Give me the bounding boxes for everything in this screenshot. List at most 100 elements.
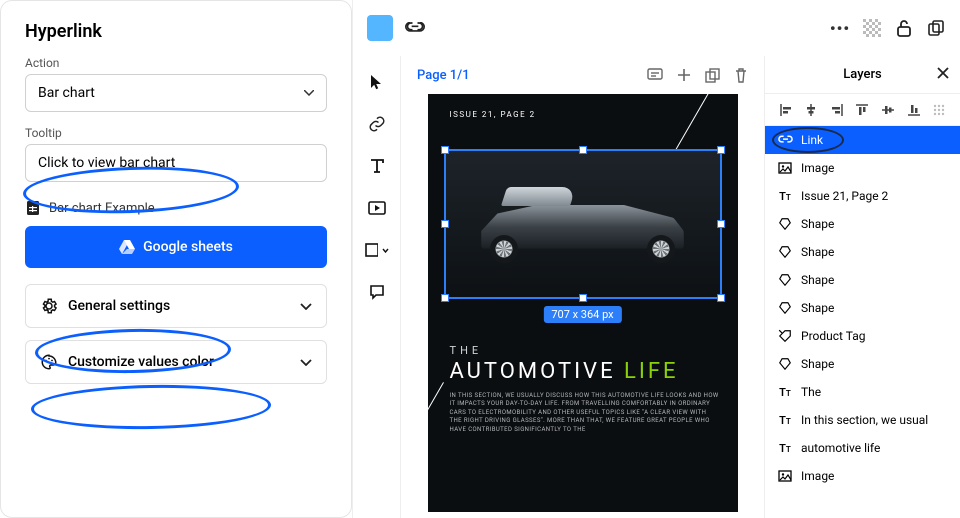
layer-item[interactable]: Shape [765, 294, 960, 322]
highlight-ellipse [31, 383, 272, 431]
selected-element[interactable]: 707 x 364 px [444, 149, 722, 299]
page[interactable]: ISSUE 21, PAGE 2 [428, 94, 738, 512]
layer-label: In this section, we usual [801, 413, 928, 427]
transparency-icon[interactable] [862, 18, 882, 38]
video-tool[interactable] [365, 196, 389, 220]
hyperlink-panel: Hyperlink Action Bar chart Tooltip Bar c… [0, 0, 352, 518]
issue-line: ISSUE 21, PAGE 2 [450, 110, 536, 119]
google-sheets-button[interactable]: Google sheets [25, 226, 327, 268]
copy-the: THE [450, 344, 720, 357]
customize-colors-label: Customize values color [68, 354, 214, 370]
delete-page-icon[interactable] [734, 68, 748, 83]
image-icon [777, 162, 793, 174]
resize-handle[interactable] [579, 294, 587, 302]
copy-headline: AUTOMOTIVE LIFE [450, 359, 720, 384]
caret-down-icon [304, 90, 314, 96]
layers-panel: Layers Link Image TT Issue 21, Page 2 Shape S… [764, 56, 960, 518]
general-settings-accordion[interactable]: General settings [25, 284, 327, 328]
resize-handle[interactable] [717, 294, 725, 302]
lock-icon[interactable] [894, 18, 914, 38]
resize-handle[interactable] [441, 220, 449, 228]
layer-item[interactable]: Image [765, 154, 960, 182]
more-icon[interactable]: ••• [830, 18, 850, 38]
layer-item[interactable]: TTThe [765, 378, 960, 406]
shape-icon [777, 301, 793, 315]
general-settings-label: General settings [68, 298, 170, 314]
stage[interactable]: ISSUE 21, PAGE 2 [401, 94, 764, 518]
distribute-icon[interactable] [932, 103, 946, 117]
tooltip-label: Tooltip [25, 126, 327, 140]
align-right-icon[interactable] [830, 103, 844, 117]
layer-label: Image [801, 161, 834, 175]
text-icon: TT [777, 442, 793, 455]
comment-icon[interactable] [647, 68, 663, 83]
dimension-badge: 707 x 364 px [543, 306, 621, 323]
resize-handle[interactable] [441, 146, 449, 154]
file-row: Bar chart Example [25, 200, 327, 216]
customize-colors-accordion[interactable]: Customize values color [25, 340, 327, 384]
layer-item[interactable]: Link [765, 126, 960, 154]
resize-handle[interactable] [717, 146, 725, 154]
align-row [765, 94, 960, 126]
shape-icon [777, 217, 793, 231]
tooltip-input[interactable] [25, 144, 327, 182]
tag-icon [777, 329, 793, 343]
layer-label: Shape [801, 357, 834, 371]
mid-row: Page 1/1 ISSUE 21, PAGE 2 [353, 56, 960, 518]
layer-label: Shape [801, 301, 834, 315]
link-tool[interactable] [365, 112, 389, 136]
align-top-icon[interactable] [855, 103, 869, 117]
chevron-down-icon [300, 359, 312, 366]
layer-label: Shape [801, 217, 834, 231]
chevron-down-icon [300, 303, 312, 310]
text-tool[interactable] [365, 154, 389, 178]
duplicate-icon[interactable] [926, 18, 946, 38]
layer-item[interactable]: TT Issue 21, Page 2 [765, 182, 960, 210]
page-indicator[interactable]: Page 1/1 [417, 68, 470, 83]
layer-item[interactable]: Shape [765, 210, 960, 238]
layer-list: Link Image TT Issue 21, Page 2 Shape Shape Sha… [765, 126, 960, 518]
layer-item[interactable]: Shape [765, 350, 960, 378]
duplicate-page-icon[interactable] [705, 68, 720, 83]
decor-line [428, 382, 444, 452]
comment-tool[interactable] [365, 280, 389, 304]
layer-label: Image [801, 469, 834, 483]
layer-label: Shape [801, 273, 834, 287]
shape-icon [777, 245, 793, 259]
resize-handle[interactable] [441, 294, 449, 302]
text-icon: TT [777, 414, 793, 427]
layer-item[interactable]: Product Tag [765, 322, 960, 350]
link-icon[interactable] [405, 18, 425, 38]
layer-item[interactable]: Shape [765, 266, 960, 294]
layer-label: Issue 21, Page 2 [801, 189, 888, 203]
layer-label: automotive life [801, 441, 880, 455]
copy-body: IN THIS SECTION, WE USUALLY DISCUSS HOW … [450, 392, 720, 434]
close-icon[interactable] [936, 66, 950, 80]
layer-item[interactable]: Shape [765, 238, 960, 266]
layer-item[interactable]: TT In this section, we usual [765, 406, 960, 434]
gear-icon [40, 297, 58, 315]
action-select[interactable]: Bar chart [25, 74, 327, 112]
align-bottom-icon[interactable] [907, 103, 921, 117]
color-swatch[interactable] [367, 15, 393, 41]
add-page-icon[interactable] [677, 68, 691, 83]
action-label: Action [25, 56, 327, 70]
resize-handle[interactable] [579, 146, 587, 154]
resize-handle[interactable] [717, 220, 725, 228]
car-illustration [467, 180, 697, 268]
text-icon: TT [777, 386, 793, 399]
layer-label: Product Tag [801, 329, 865, 343]
layers-header: Layers [765, 56, 960, 94]
google-sheets-label: Google sheets [143, 239, 233, 255]
spreadsheet-icon [25, 200, 41, 216]
cursor-tool[interactable] [365, 70, 389, 94]
align-left-icon[interactable] [779, 103, 793, 117]
align-center-h-icon[interactable] [804, 103, 818, 117]
align-middle-v-icon[interactable] [881, 103, 895, 117]
tool-column [353, 56, 401, 518]
shape-icon [777, 273, 793, 287]
layer-item[interactable]: Image [765, 462, 960, 490]
layer-item[interactable]: TT automotive life [765, 434, 960, 462]
text-icon: TT [777, 190, 793, 203]
shape-tool[interactable] [365, 238, 389, 262]
